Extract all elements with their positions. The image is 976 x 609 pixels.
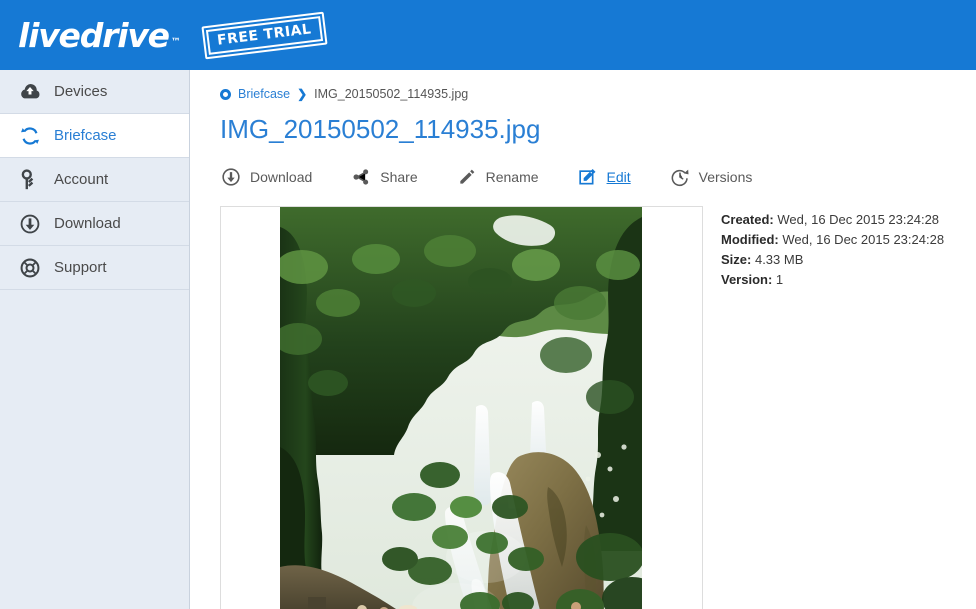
tool-label: Download bbox=[250, 168, 313, 185]
metadata-size-row: Size: 4.33 MB bbox=[721, 250, 944, 270]
sidebar-item-label: Support bbox=[54, 259, 107, 276]
download-circle-icon bbox=[220, 166, 242, 188]
pencil-icon bbox=[456, 166, 478, 188]
edit-button[interactable]: Edit bbox=[577, 166, 631, 188]
free-trial-label: FREE TRIAL bbox=[205, 15, 323, 55]
metadata-created-row: Created: Wed, 16 Dec 2015 23:24:28 bbox=[721, 210, 944, 230]
metadata-created-value: Wed, 16 Dec 2015 23:24:28 bbox=[777, 211, 940, 227]
sidebar-item-download[interactable]: Download bbox=[0, 202, 189, 246]
metadata-size-label: Size: bbox=[721, 251, 752, 267]
sidebar: Devices Briefcase Account Download Suppo… bbox=[0, 70, 190, 609]
metadata-version-value: 1 bbox=[775, 272, 784, 288]
cloud-upload-icon bbox=[18, 80, 42, 104]
sync-icon bbox=[18, 124, 42, 148]
metadata-created-label: Created: bbox=[721, 211, 774, 227]
app-header: livedrive ™ FREE TRIAL bbox=[0, 0, 976, 70]
clock-arrow-icon bbox=[669, 166, 691, 188]
sidebar-item-label: Download bbox=[54, 215, 121, 232]
sidebar-item-label: Devices bbox=[54, 83, 108, 100]
edit-square-icon bbox=[577, 166, 599, 188]
sidebar-item-briefcase[interactable]: Briefcase bbox=[0, 114, 189, 158]
sidebar-item-support[interactable]: Support bbox=[0, 246, 189, 290]
brand-name: livedrive bbox=[18, 15, 170, 55]
download-button[interactable]: Download bbox=[220, 166, 312, 188]
tool-label: Versions bbox=[698, 168, 753, 185]
livedrive-logo[interactable]: livedrive ™ bbox=[18, 19, 181, 52]
sidebar-item-devices[interactable]: Devices bbox=[0, 70, 189, 114]
sidebar-item-label: Briefcase bbox=[54, 127, 117, 144]
share-nodes-icon bbox=[350, 166, 372, 188]
page-title: IMG_20150502_114935.jpg bbox=[220, 114, 541, 144]
breadcrumb: Briefcase ❯ IMG_20150502_114935.jpg bbox=[220, 87, 976, 101]
breadcrumb-link-briefcase[interactable]: Briefcase bbox=[238, 87, 290, 101]
file-action-toolbar: Download Share Rename Edit Versions bbox=[220, 166, 976, 188]
breadcrumb-current: IMG_20150502_114935.jpg bbox=[314, 87, 469, 101]
tool-label: Share bbox=[380, 168, 418, 185]
chevron-right-icon: ❯ bbox=[297, 87, 308, 101]
rename-button[interactable]: Rename bbox=[456, 166, 539, 188]
metadata-version-label: Version: bbox=[721, 272, 773, 288]
file-metadata-panel: Created: Wed, 16 Dec 2015 23:24:28 Modif… bbox=[721, 206, 944, 609]
tool-label: Rename bbox=[485, 168, 539, 185]
versions-button[interactable]: Versions bbox=[669, 166, 753, 188]
tool-label: Edit bbox=[606, 168, 631, 185]
metadata-version-row: Version: 1 bbox=[721, 270, 944, 290]
image-preview-container[interactable] bbox=[220, 205, 703, 609]
image-preview bbox=[280, 206, 642, 609]
sidebar-item-account[interactable]: Account bbox=[0, 158, 189, 202]
download-circle-icon bbox=[18, 212, 42, 236]
metadata-size-value: 4.33 MB bbox=[754, 251, 804, 267]
file-detail-row: Created: Wed, 16 Dec 2015 23:24:28 Modif… bbox=[220, 205, 976, 609]
breadcrumb-home-icon[interactable] bbox=[220, 88, 231, 100]
sidebar-item-label: Account bbox=[54, 171, 109, 188]
metadata-modified-value: Wed, 16 Dec 2015 23:24:28 bbox=[782, 231, 945, 247]
metadata-modified-row: Modified: Wed, 16 Dec 2015 23:24:28 bbox=[721, 230, 944, 250]
trademark-mark: ™ bbox=[170, 36, 181, 48]
lifebuoy-icon bbox=[18, 256, 42, 280]
free-trial-badge[interactable]: FREE TRIAL bbox=[201, 11, 328, 59]
metadata-modified-label: Modified: bbox=[721, 231, 779, 247]
share-button[interactable]: Share bbox=[350, 166, 418, 188]
main-content: Briefcase ❯ IMG_20150502_114935.jpg IMG_… bbox=[191, 70, 976, 609]
key-icon bbox=[18, 168, 42, 192]
